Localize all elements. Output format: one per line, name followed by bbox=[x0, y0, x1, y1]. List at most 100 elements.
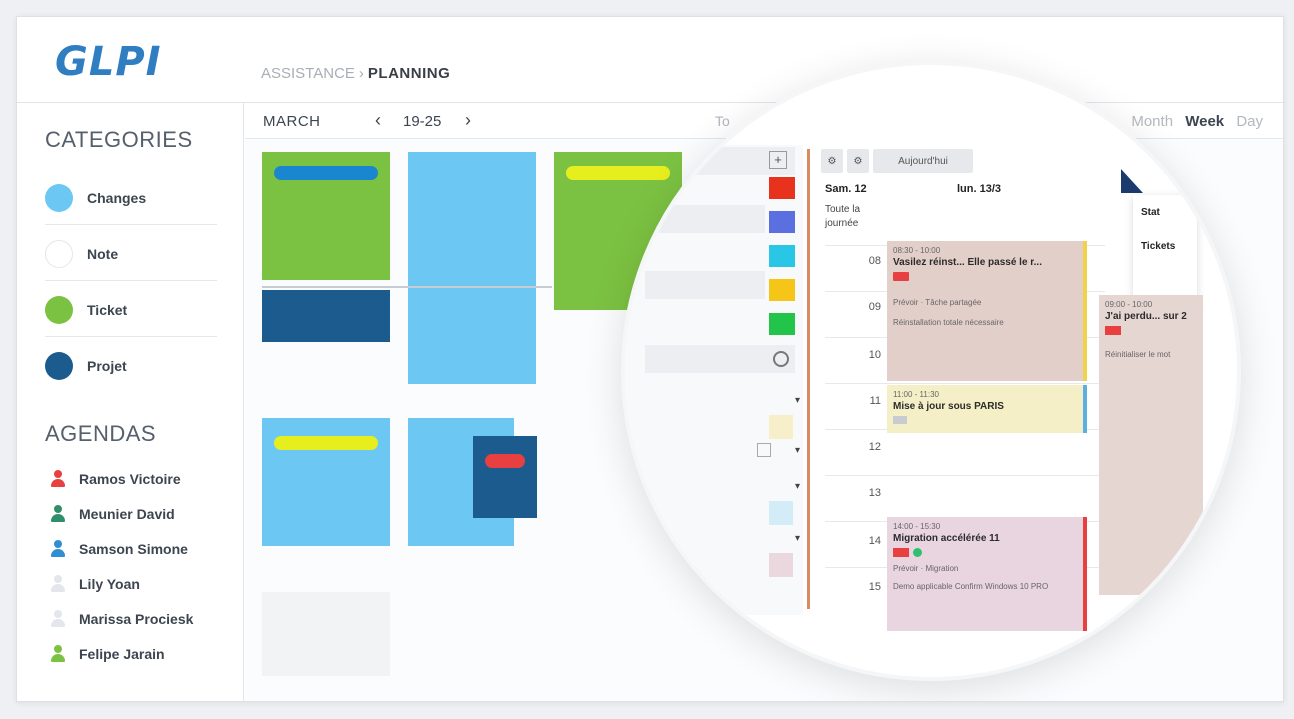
user-icon bbox=[51, 470, 65, 488]
agenda-item[interactable]: Meunier David bbox=[51, 502, 175, 526]
sidebar: CATEGORIES Changes Note Ticket Projet AG… bbox=[17, 103, 244, 701]
color-swatch-cream[interactable] bbox=[769, 415, 793, 439]
breadcrumb-separator: › bbox=[358, 65, 364, 82]
note-color-dot bbox=[45, 239, 73, 268]
category-note[interactable]: Note bbox=[45, 227, 217, 281]
user-icon bbox=[51, 540, 65, 558]
hour-label: 08 bbox=[868, 255, 881, 267]
calendar-event[interactable]: 09:00 - 10:00 J'ai perdu... sur 2 Réinit… bbox=[1099, 295, 1203, 595]
lens-filter-panel: + ▾ ▾ ▾ ▾ bbox=[625, 145, 803, 615]
projet-event[interactable] bbox=[262, 290, 390, 342]
event-label-bar bbox=[274, 436, 378, 450]
event-time: 09:00 - 10:00 bbox=[1105, 300, 1153, 309]
lens-content: + ▾ ▾ ▾ ▾ ⚙ ⚙ Aujourd'hui Sam. 12 lun. 1… bbox=[625, 65, 1237, 677]
color-swatch-yellow[interactable] bbox=[769, 279, 795, 301]
add-icon[interactable]: + bbox=[769, 151, 787, 169]
view-day-button[interactable]: Day bbox=[1236, 113, 1263, 130]
ticket-icon bbox=[893, 548, 909, 557]
category-projet[interactable]: Projet bbox=[45, 339, 217, 393]
allday-label-1: Toute la bbox=[825, 204, 861, 215]
hour-divider bbox=[825, 475, 1105, 476]
hour-label: 11 bbox=[869, 395, 881, 407]
event-note: Réinitialiser le mot bbox=[1105, 350, 1171, 359]
category-label: Projet bbox=[87, 358, 127, 374]
event-time: 08:30 - 10:00 bbox=[893, 246, 941, 255]
user-icon bbox=[51, 505, 65, 523]
status-icon bbox=[913, 548, 922, 557]
hour-label: 10 bbox=[868, 349, 881, 361]
ticket-event[interactable] bbox=[262, 152, 390, 280]
color-swatch-green[interactable] bbox=[769, 313, 795, 335]
agenda-item[interactable]: Felipe Jarain bbox=[51, 642, 165, 666]
empty-slot bbox=[262, 592, 390, 676]
agenda-label: Felipe Jarain bbox=[79, 646, 165, 662]
color-swatch-cyan[interactable] bbox=[769, 245, 795, 267]
menu-item-stat[interactable]: Stat bbox=[1141, 207, 1160, 218]
category-ticket[interactable]: Ticket bbox=[45, 283, 217, 337]
agendas-heading: AGENDAS bbox=[45, 421, 157, 446]
chevron-down-icon[interactable]: ▾ bbox=[795, 481, 800, 492]
event-label-bar bbox=[274, 166, 378, 180]
hour-label: 12 bbox=[868, 441, 881, 453]
prev-week-button[interactable]: ‹ bbox=[375, 110, 381, 131]
collapse-corner-icon[interactable] bbox=[1121, 169, 1143, 193]
menu-item-tickets[interactable]: Tickets bbox=[1141, 241, 1175, 252]
checkbox[interactable] bbox=[757, 443, 771, 457]
now-indicator-line bbox=[262, 286, 552, 288]
settings-icon[interactable]: ⚙ bbox=[821, 149, 843, 173]
hour-label: 13 bbox=[868, 487, 881, 499]
allday-label-2: journée bbox=[825, 218, 859, 229]
event-time: 14:00 - 15:30 bbox=[893, 522, 941, 531]
glpi-logo[interactable]: GLPI bbox=[55, 39, 162, 85]
event-note: Demo applicable Confirm Windows 10 PRO bbox=[893, 582, 1049, 591]
ticket-icon bbox=[893, 416, 907, 424]
event-title: Migration accélérée 11 bbox=[893, 533, 1000, 544]
ticket-icon bbox=[1105, 326, 1121, 335]
event-title: Vasilez réinst... Elle passé le r... bbox=[893, 257, 1042, 268]
agenda-item[interactable]: Marissa Prociesk bbox=[51, 607, 193, 631]
event-title: Mise à jour sous PARIS bbox=[893, 401, 1004, 412]
category-label: Changes bbox=[87, 189, 147, 206]
ticket-icon bbox=[893, 272, 909, 281]
color-swatch-blue[interactable] bbox=[769, 211, 795, 233]
user-icon bbox=[51, 645, 65, 663]
day-header-mon: lun. 13/3 bbox=[957, 183, 1002, 195]
agenda-label: Marissa Prociesk bbox=[79, 611, 194, 627]
hour-label: 14 bbox=[868, 535, 881, 547]
breadcrumb-planning[interactable]: PLANNING bbox=[368, 65, 450, 82]
chevron-down-icon[interactable]: ▾ bbox=[795, 395, 800, 406]
agenda-label: Meunier David bbox=[79, 506, 175, 522]
settings-icon[interactable]: ⚙ bbox=[847, 149, 869, 173]
next-week-button[interactable]: › bbox=[465, 110, 471, 131]
calendar-event[interactable]: 11:00 - 11:30 Mise à jour sous PARIS bbox=[887, 385, 1087, 433]
hour-label: 15 bbox=[868, 581, 881, 593]
color-swatch-lightblue[interactable] bbox=[769, 501, 793, 525]
breadcrumb-assistance[interactable]: ASSISTANCE bbox=[261, 65, 355, 82]
agenda-label: Samson Simone bbox=[79, 541, 188, 557]
magnifier-lens: + ▾ ▾ ▾ ▾ ⚙ ⚙ Aujourd'hui Sam. 12 lun. 1… bbox=[621, 61, 1241, 681]
calendar-event[interactable]: 14:00 - 15:30 Migration accélérée 11 Pré… bbox=[887, 517, 1087, 631]
agenda-item[interactable]: Ramos Victoire bbox=[51, 467, 181, 491]
chevron-down-icon[interactable]: ▾ bbox=[795, 445, 800, 456]
agenda-item[interactable]: Lily Yoan bbox=[51, 572, 140, 596]
settings-icon[interactable] bbox=[773, 351, 789, 367]
agenda-label: Lily Yoan bbox=[79, 576, 140, 592]
agenda-label: Ramos Victoire bbox=[79, 471, 181, 487]
filter-row bbox=[645, 271, 765, 299]
agenda-item[interactable]: Samson Simone bbox=[51, 537, 188, 561]
changes-color-dot bbox=[45, 183, 73, 212]
change-event[interactable] bbox=[262, 418, 390, 546]
event-meta: Prévoir · Migration bbox=[893, 564, 959, 573]
projet-event[interactable] bbox=[473, 436, 537, 518]
event-title: J'ai perdu... sur 2 bbox=[1105, 311, 1187, 322]
month-label: MARCH bbox=[263, 113, 321, 130]
calendar-event[interactable]: 08:30 - 10:00 Vasilez réinst... Elle pas… bbox=[887, 241, 1087, 381]
today-button[interactable]: Aujourd'hui bbox=[873, 149, 973, 173]
color-swatch-red[interactable] bbox=[769, 177, 795, 199]
color-swatch-pink[interactable] bbox=[769, 553, 793, 577]
chevron-down-icon[interactable]: ▾ bbox=[795, 533, 800, 544]
day-header-sat: Sam. 12 bbox=[825, 183, 867, 195]
user-icon bbox=[51, 610, 65, 628]
change-event[interactable] bbox=[408, 152, 536, 384]
category-changes[interactable]: Changes bbox=[45, 171, 217, 225]
